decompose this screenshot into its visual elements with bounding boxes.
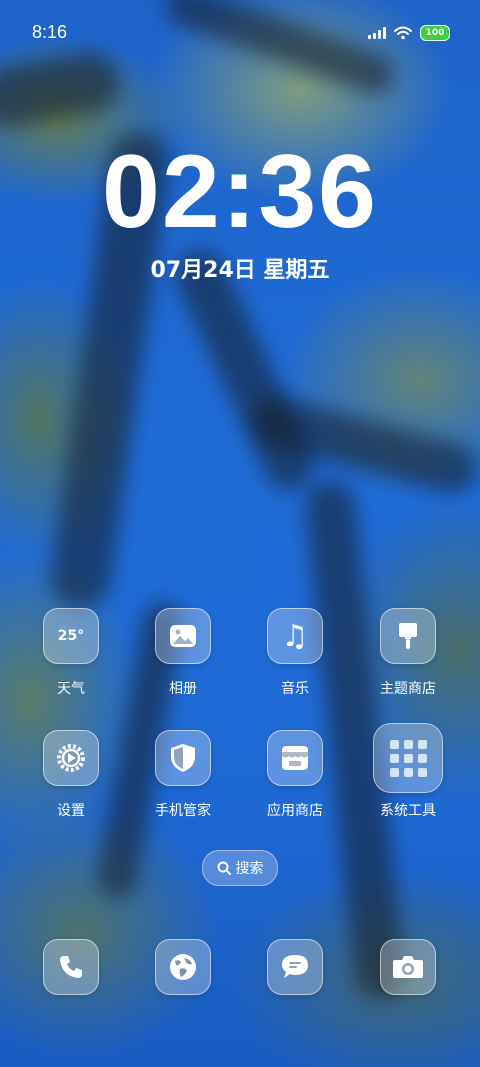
signal-icon xyxy=(368,27,386,39)
messages-icon[interactable] xyxy=(267,939,323,995)
gallery-icon[interactable] xyxy=(155,608,211,664)
app-label: 应用商店 xyxy=(267,803,323,819)
app-label: 音乐 xyxy=(281,681,309,697)
security-shield-icon[interactable] xyxy=(155,730,211,786)
phone-icon[interactable] xyxy=(43,939,99,995)
home-screen: 8:16 100 02:36 07月24日 星期五 25° 天气 相册 ♫ 音乐… xyxy=(0,0,480,1067)
weather-icon[interactable]: 25° xyxy=(43,608,99,664)
app-app-store[interactable]: 应用商店 xyxy=(245,730,345,820)
search-button[interactable]: 搜索 xyxy=(202,850,278,886)
weather-temperature: 25° xyxy=(57,628,85,644)
battery-icon: 100 xyxy=(420,25,450,41)
status-icons: 100 xyxy=(368,25,450,41)
app-weather[interactable]: 25° 天气 xyxy=(21,608,121,698)
dock-messages[interactable] xyxy=(245,939,345,995)
app-label: 相册 xyxy=(169,681,197,697)
wifi-icon xyxy=(394,26,412,40)
app-phone-manager[interactable]: 手机管家 xyxy=(133,730,233,820)
app-gallery[interactable]: 相册 xyxy=(133,608,233,698)
camera-icon[interactable] xyxy=(380,939,436,995)
app-label: 设置 xyxy=(57,803,85,819)
status-time: 8:16 xyxy=(32,22,68,42)
app-music[interactable]: ♫ 音乐 xyxy=(245,608,345,698)
app-theme-store[interactable]: 主题商店 xyxy=(358,608,458,698)
app-system-tools[interactable]: 系统工具 xyxy=(358,723,458,820)
dock-phone[interactable] xyxy=(21,939,121,995)
dock-browser[interactable] xyxy=(133,939,233,995)
folder-preview-grid xyxy=(389,739,427,777)
app-store-icon[interactable] xyxy=(267,730,323,786)
app-row-2: 设置 手机管家 应用商店 系统工具 xyxy=(0,723,480,830)
music-note: ♫ xyxy=(281,618,309,654)
app-row-1: 25° 天气 相册 ♫ 音乐 主题商店 xyxy=(0,608,480,708)
app-label: 系统工具 xyxy=(380,803,436,819)
settings-gear-icon[interactable] xyxy=(43,730,99,786)
browser-globe-icon[interactable] xyxy=(155,939,211,995)
system-tools-folder-icon[interactable] xyxy=(373,723,443,793)
search-icon xyxy=(217,861,231,875)
app-settings[interactable]: 设置 xyxy=(21,730,121,820)
music-icon[interactable]: ♫ xyxy=(267,608,323,664)
status-bar: 8:16 100 xyxy=(0,0,480,64)
app-label: 主题商店 xyxy=(380,681,436,697)
app-label: 手机管家 xyxy=(155,803,211,819)
dock-camera[interactable] xyxy=(358,939,458,995)
dock xyxy=(0,939,480,1039)
theme-store-icon[interactable] xyxy=(380,608,436,664)
lock-date: 07月24日 星期五 xyxy=(150,258,330,283)
search-label: 搜索 xyxy=(235,861,264,877)
lock-clock: 02:36 xyxy=(102,134,378,250)
app-label: 天气 xyxy=(57,681,85,697)
